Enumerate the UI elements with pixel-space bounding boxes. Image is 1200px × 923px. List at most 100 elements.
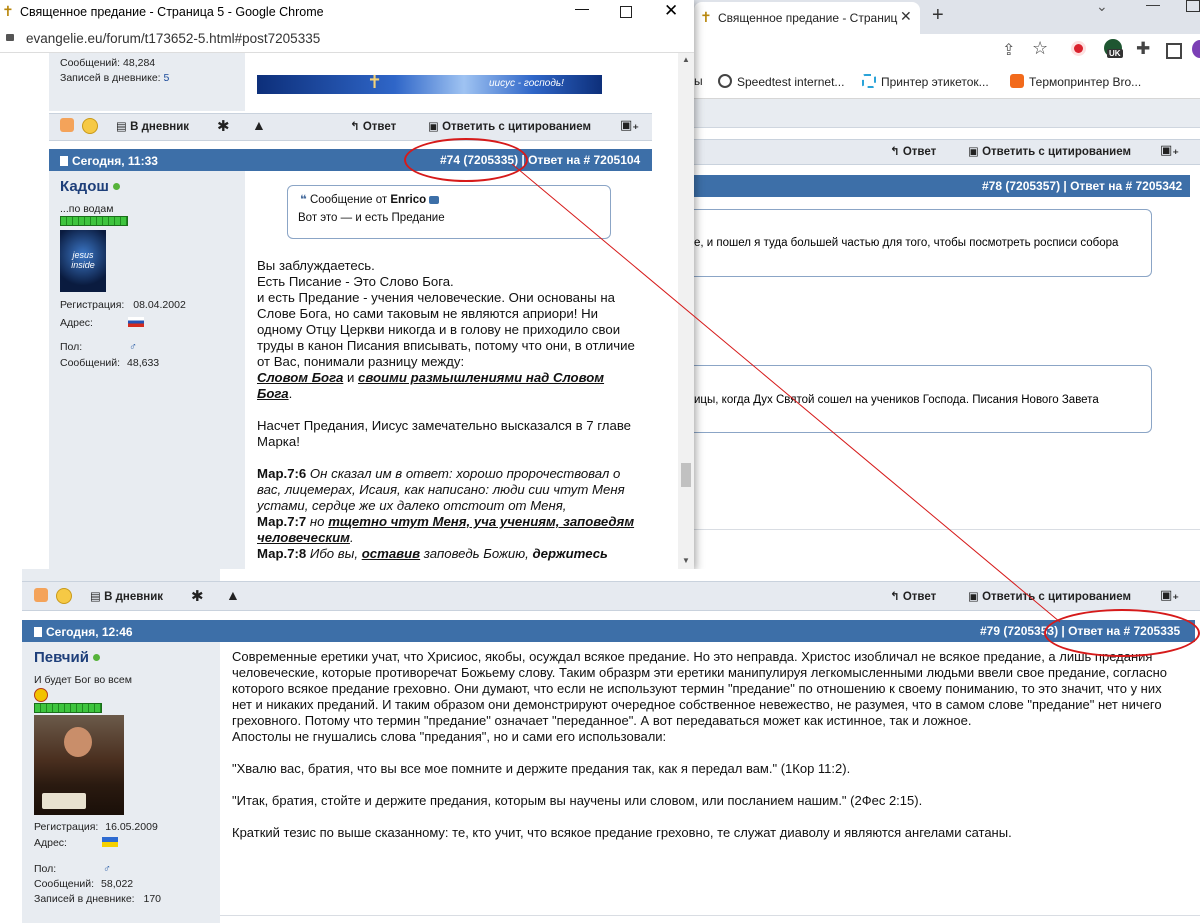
annotation-ellipse-bottom [1044, 609, 1200, 657]
rate-asterisk-icon[interactable]: ✱ [191, 587, 204, 605]
side-panel-icon[interactable] [1166, 43, 1182, 59]
profile-icon[interactable] [1192, 40, 1200, 58]
background-tab[interactable]: ✝ Священное предание - Страниц ✕ [694, 2, 920, 34]
page-icon [60, 156, 68, 166]
bg-reply-quote-button[interactable]: ▣ Ответить с цитированием [968, 144, 1131, 158]
bookmark-item-partial[interactable]: ы [694, 74, 703, 88]
post-body: Вы заблуждаетесь. Есть Писание - Это Сло… [257, 258, 637, 562]
value: 5 [163, 72, 170, 84]
bg-divider [694, 529, 1200, 530]
post-quote-1kor: "Хвалю вас, братия, что вы все мое помни… [232, 761, 851, 776]
tab-close-icon[interactable]: ✕ [900, 8, 912, 25]
above-sidebar-strip [22, 569, 220, 581]
post-date: Сегодня, 11:33 [60, 154, 158, 168]
scroll-down-arrow-icon[interactable]: ▼ [682, 556, 690, 565]
user-status: И будет Бог во всем [34, 674, 132, 686]
value: 48,284 [123, 57, 156, 69]
background-page: ↰ Ответ ▣ Ответить с цитированием ▣₊ #78… [684, 99, 1200, 569]
annotation-ellipse-top [404, 138, 528, 182]
smiley-icon[interactable] [56, 588, 72, 604]
window-title: Священное предание - Страница 5 - Google… [20, 5, 324, 19]
post78-ref[interactable]: #78 (7205357) | Ответ на # 7205342 [982, 179, 1182, 193]
uk-extension-icon[interactable]: UK [1104, 39, 1124, 59]
brand-icon [1010, 74, 1024, 88]
username[interactable]: Кадош [60, 178, 120, 195]
maximize-icon[interactable] [620, 6, 632, 18]
multiquote-icon[interactable]: ▣₊ [1160, 587, 1179, 603]
diary-button[interactable]: ▤ В дневник [90, 589, 163, 603]
bg-multiquote-icon[interactable]: ▣₊ [1160, 142, 1179, 158]
username[interactable]: Певчий [34, 649, 100, 666]
scroll-up-arrow-icon[interactable]: ▲ [682, 55, 690, 64]
minimize-icon[interactable]: — [1146, 0, 1160, 12]
report-warning-icon[interactable]: ▲ [252, 117, 266, 133]
quote-prefix: Сообщение от [309, 194, 388, 206]
date-text: Сегодня, 11:33 [72, 154, 158, 168]
background-tab-title: Священное предание - Страниц [718, 11, 898, 25]
reply-quote-button[interactable]: ▣ Ответить с цитированием [428, 119, 591, 133]
address-bar[interactable]: evangelie.eu/forum/t173652-5.html#post72… [0, 26, 694, 53]
bookmark-label: Принтер этикеток... [881, 75, 989, 89]
bookmark-star-icon[interactable]: ☆ [1032, 38, 1048, 59]
cross-favicon-icon: ✝ [2, 3, 14, 19]
rate-asterisk-icon[interactable]: ✱ [217, 117, 230, 135]
post-paragraph-2: Апостолы не гнушались слова "предания", … [232, 729, 667, 744]
user-avatar[interactable]: jesus inside [60, 230, 106, 292]
quote-marks-icon: ❝ [300, 194, 307, 206]
tab-search-chevron-icon[interactable]: ⌄ [1096, 0, 1108, 15]
background-toolbar: ⇪ ☆ UK ✚ [694, 34, 1200, 68]
thanks-hand-icon[interactable] [60, 118, 74, 132]
bookmark-item-speedtest[interactable]: Speedtest internet... [718, 74, 844, 89]
thanks-hand-icon[interactable] [34, 588, 48, 602]
report-warning-icon[interactable]: ▲ [226, 587, 240, 603]
scrollbar-thumb[interactable] [681, 463, 691, 487]
frame-icon [862, 74, 876, 88]
value: 58,022 [101, 878, 134, 890]
close-icon[interactable]: ✕ [664, 1, 678, 21]
reply-button[interactable]: ↰ Ответ [350, 119, 396, 133]
record-extension-icon[interactable] [1074, 44, 1083, 53]
verse-emphasis: оставив [361, 546, 421, 561]
bg-reply-button[interactable]: ↰ Ответ [890, 144, 936, 158]
smiley-icon[interactable] [82, 118, 98, 134]
date-text: Сегодня, 12:46 [46, 625, 133, 639]
diary-button[interactable]: ▤ В дневник [116, 119, 189, 133]
view-post-icon[interactable] [429, 196, 440, 204]
value: 16.05.2009 [105, 821, 158, 833]
maximize-icon[interactable] [1186, 0, 1200, 12]
verse-text: Ибо вы, [306, 546, 362, 561]
minimize-icon[interactable]: — [575, 0, 589, 16]
verse-7-7: Мар.7:7 но тщетно чтут Меня, уча учениям… [257, 514, 637, 546]
reply-quote-button[interactable]: ▣ Ответить с цитированием [968, 589, 1131, 603]
badge-icon [34, 688, 48, 702]
multiquote-icon[interactable]: ▣₊ [620, 117, 639, 133]
flag-icon [128, 317, 144, 327]
verse-text: Он сказал им в ответ: хорошо пророчество… [257, 466, 625, 513]
url-text[interactable]: evangelie.eu/forum/t173652-5.html#post72… [26, 31, 320, 46]
label: Записей в дневнике: [60, 72, 161, 84]
reply-button[interactable]: ↰ Ответ [890, 589, 936, 603]
share-icon[interactable]: ⇪ [1002, 40, 1015, 60]
post-emphasis-line: Словом Бога и своими размышлениями над С… [257, 370, 637, 402]
scrollbar-track[interactable]: ▲ ▼ [678, 53, 694, 569]
user-avatar[interactable] [34, 715, 124, 815]
bottom-post-area: ▤ В дневник ✱ ▲ ↰ Ответ ▣ Ответить с цит… [0, 569, 1200, 923]
label: Пол: [60, 341, 83, 353]
verse-7-6: Мар.7:6 Он сказал им в ответ: хорошо про… [257, 466, 637, 514]
verse-7-8: Мар.7:8 Ибо вы, оставив заповедь Божию, … [257, 546, 637, 562]
quote-icon: ▣ [968, 591, 979, 603]
new-tab-button[interactable]: + [932, 4, 944, 27]
post-line-2: Есть Писание - Это Слово Бога. [257, 274, 454, 289]
quote-icon: ▣ [428, 121, 439, 133]
post-thesis: Краткий тезис по выше сказанному: те, кт… [232, 825, 1012, 840]
bookmark-item-printer[interactable]: Принтер этикеток... [862, 74, 989, 89]
uk-badge: UK [1107, 49, 1123, 58]
bookmark-item-thermoprinter[interactable]: Термопринтер Bro... [1010, 74, 1141, 89]
username-text: Певчий [34, 649, 89, 666]
extensions-puzzle-icon[interactable]: ✚ [1136, 39, 1150, 59]
user-sex: Пол: ♂ [60, 341, 137, 353]
